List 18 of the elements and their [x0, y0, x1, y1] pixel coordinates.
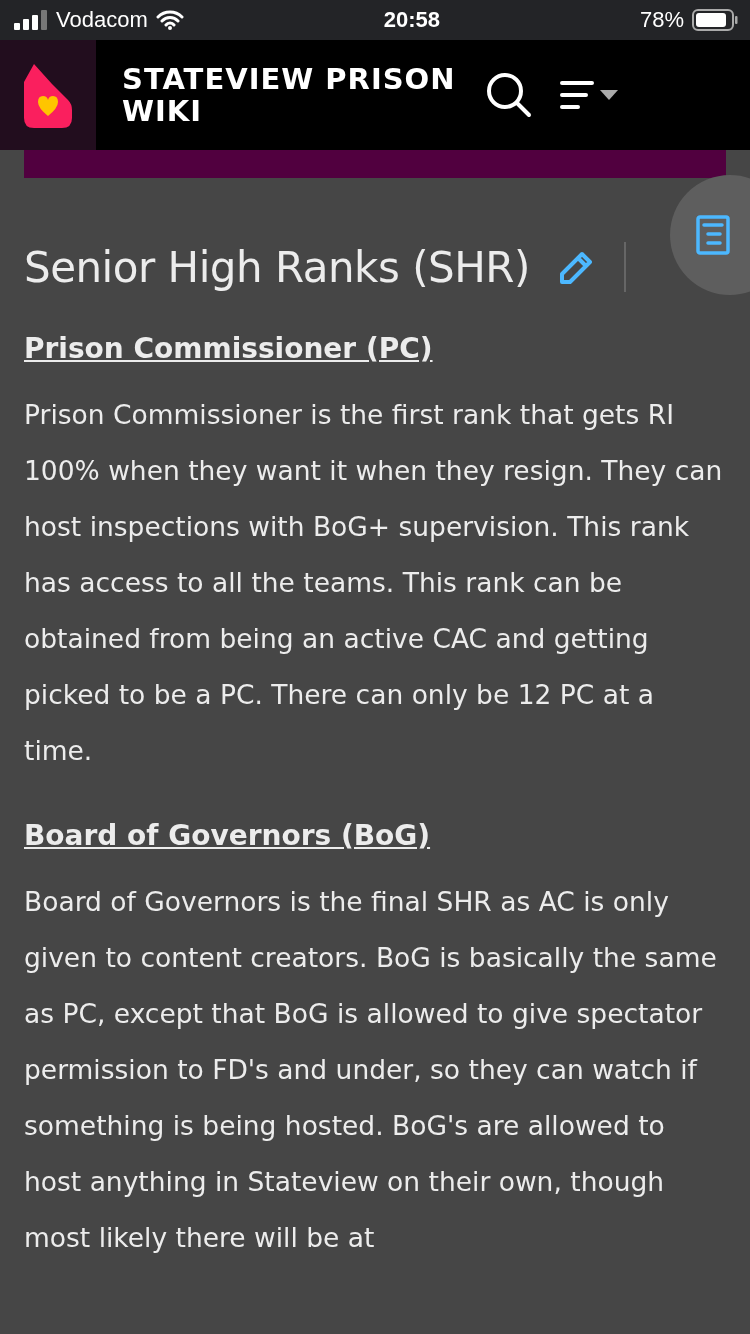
subsection-heading: Prison Commissioner (PC)	[24, 332, 434, 365]
caret-icon	[600, 90, 618, 100]
document-icon	[696, 215, 730, 255]
clock-time: 20:58	[383, 7, 440, 33]
battery-icon	[692, 9, 738, 31]
menu-icon	[560, 80, 594, 110]
wifi-icon	[155, 10, 184, 30]
section-heading: Senior High Ranks (SHR)	[24, 242, 530, 292]
flame-heart-logo	[24, 62, 72, 128]
battery-percent: 78%	[639, 7, 684, 33]
signal-icon	[14, 10, 48, 30]
subsection-heading: Board of Governors (BoG)	[24, 819, 432, 852]
body-paragraph: Board of Governors is the final SHR as AC is only given to content creators. BoG is basically the same as PC, except that BoG is allowed to give spectator permission to FD's and under, so they can watch if something is being hosted. BoG's are allowed to host anything in Stateview on their own, though most likely there will be at	[24, 885, 718, 1255]
wiki-title[interactable]: STATEVIEW PRISON WIKI	[96, 63, 482, 127]
search-icon	[486, 72, 532, 118]
logo-tile[interactable]	[0, 40, 96, 150]
carrier-name: Vodacom	[56, 7, 148, 33]
body-paragraph: Prison Commissioner is the first rank that gets RI 100% when they want it when they resign. They can host inspections with BoG+ supervision. This rank has access to all the teams. This rank can be obtained from being an active CAC and getting picked to be a PC. There can only be 12 PC at a time.	[24, 398, 724, 768]
